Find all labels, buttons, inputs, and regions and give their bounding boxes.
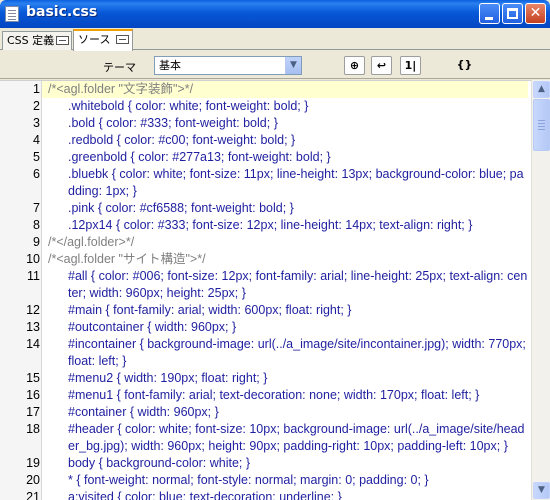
panel-icon <box>116 35 129 44</box>
wrap-button[interactable]: ↩ <box>371 56 392 75</box>
line-number: 10 <box>26 252 40 266</box>
maximize-icon <box>507 8 518 19</box>
code-line[interactable]: 5 .greenbold { color: #277a13; font-weigh… <box>33 149 528 166</box>
line-number: 6 <box>33 167 40 181</box>
code-line[interactable]: 16 #menu1 { font-family: arial; text-deco… <box>26 387 528 404</box>
code-text[interactable]: /*<agl.folder "サイト構造">*/ <box>48 251 528 268</box>
scroll-up-button[interactable]: ▲ <box>533 81 550 98</box>
line-number: 20 <box>26 473 40 487</box>
minimize-button[interactable] <box>479 3 500 24</box>
code-text[interactable]: #menu1 { font-family: arial; text-decora… <box>48 387 528 404</box>
code-line[interactable]: 4 .redbold { color: #c00; font-weight: bo… <box>33 132 528 149</box>
code-text[interactable]: .redbold { color: #c00; font-weight: bol… <box>48 132 528 149</box>
code-text[interactable]: a:visited { color: blue; text-decoration… <box>48 489 528 500</box>
scroll-down-button[interactable]: ▼ <box>533 482 550 499</box>
code-text[interactable]: .whitebold { color: white; font-weight: … <box>48 98 528 115</box>
code-area[interactable]: 1 /*<agl.folder "文字装飾">*/ 2 .whitebold { co… <box>26 81 528 500</box>
theme-value: 基本 <box>159 59 181 72</box>
code-text[interactable]: #main { font-family: arial; width: 600px… <box>48 302 528 319</box>
chevron-down-icon[interactable]: ▼ <box>285 57 301 74</box>
code-line[interactable]: 13 #outcontainer { width: 960px; } <box>26 319 528 336</box>
line-number: 14 <box>26 337 40 351</box>
line-number: 15 <box>26 371 40 385</box>
code-line[interactable]: 15 #menu2 { width: 190px; float: right; } <box>26 370 528 387</box>
toolbar: テーマ 基本 ▼ ⊕ ↩ 1| {} <box>0 51 550 79</box>
code-line[interactable]: 7 .pink { color: #cf6588; font-weight: bo… <box>33 200 528 217</box>
line-number: 5 <box>33 150 40 164</box>
theme-select[interactable]: 基本 ▼ <box>154 56 302 75</box>
code-line[interactable]: 20 * { font-weight: normal; font-style: n… <box>26 472 528 489</box>
code-line[interactable]: 17 #container { width: 960px; } <box>26 404 528 421</box>
code-text[interactable]: /*</agl.folder>*/ <box>48 234 528 251</box>
title-bar: basic.css ✕ <box>0 0 550 28</box>
code-editor[interactable]: 1 /*<agl.folder "文字装飾">*/ 2 .whitebold { co… <box>0 80 531 500</box>
code-line[interactable]: 6 .bluebk { color: white; font-size: 11px… <box>33 166 528 200</box>
tab-label: CSS 定義 <box>7 34 55 47</box>
code-text[interactable]: * { font-weight: normal; font-style: nor… <box>48 472 528 489</box>
code-line[interactable]: 11 #all { color: #006; font-size: 12px; f… <box>27 268 528 302</box>
code-text[interactable]: #incontainer { background-image: url(../… <box>48 336 528 370</box>
code-text[interactable]: .bluebk { color: white; font-size: 11px;… <box>48 166 528 200</box>
minimize-icon <box>485 17 493 20</box>
color-button[interactable]: ⊕ <box>344 56 365 75</box>
line-number: 13 <box>26 320 40 334</box>
code-text[interactable]: #header { color: white; font-size: 10px;… <box>48 421 528 455</box>
window-title: basic.css <box>26 4 98 20</box>
code-line[interactable]: 18 #header { color: white; font-size: 10p… <box>26 421 528 455</box>
tab-label: ソース <box>78 33 111 46</box>
code-text[interactable]: /*<agl.folder "文字装飾">*/ <box>48 81 528 98</box>
code-line[interactable]: 14 #incontainer { background-image: url(.… <box>26 336 528 370</box>
line-number: 7 <box>33 201 40 215</box>
code-text[interactable]: .12px14 { color: #333; font-size: 12px; … <box>48 217 528 234</box>
line-number: 11 <box>27 269 40 283</box>
line-number: 12 <box>26 303 40 317</box>
line-number: 1 <box>33 82 40 96</box>
tab-bar: CSS 定義 ソース <box>0 28 550 51</box>
line-number: 21 <box>26 490 40 500</box>
line-number: 17 <box>26 405 40 419</box>
vertical-scrollbar[interactable]: ▲ ▼ <box>531 80 550 500</box>
close-icon: ✕ <box>529 5 542 21</box>
code-line[interactable]: 2 .whitebold { color: white; font-weight:… <box>33 98 528 115</box>
line-number: 2 <box>33 99 40 113</box>
code-line[interactable]: 8 .12px14 { color: #333; font-size: 12px;… <box>33 217 528 234</box>
panel-icon <box>56 36 69 45</box>
code-text[interactable]: .greenbold { color: #277a13; font-weight… <box>48 149 528 166</box>
tab-css-definition[interactable]: CSS 定義 <box>2 31 72 50</box>
scroll-thumb[interactable] <box>533 99 550 151</box>
code-line[interactable]: 10 /*<agl.folder "サイト構造">*/ <box>26 251 528 268</box>
line-number: 16 <box>26 388 40 402</box>
code-line[interactable]: 1 /*<agl.folder "文字装飾">*/ <box>33 81 528 98</box>
code-text[interactable]: body { background-color: white; } <box>48 455 528 472</box>
code-text[interactable]: .bold { color: #333; font-weight: bold; … <box>48 115 528 132</box>
line-number: 3 <box>33 116 40 130</box>
code-line[interactable]: 9 /*</agl.folder>*/ <box>33 234 528 251</box>
braces-button[interactable]: {} <box>454 56 475 75</box>
tab-source[interactable]: ソース <box>73 29 133 51</box>
line-number-button[interactable]: 1| <box>400 56 421 75</box>
code-line[interactable]: 19 body { background-color: white; } <box>26 455 528 472</box>
theme-label: テーマ <box>103 61 136 74</box>
code-text[interactable]: #outcontainer { width: 960px; } <box>48 319 528 336</box>
code-text[interactable]: .pink { color: #cf6588; font-weight: bol… <box>48 200 528 217</box>
line-number: 8 <box>33 218 40 232</box>
line-number: 9 <box>33 235 40 249</box>
code-text[interactable]: #container { width: 960px; } <box>48 404 528 421</box>
document-icon[interactable] <box>5 6 19 22</box>
code-text[interactable]: #all { color: #006; font-size: 12px; fon… <box>48 268 528 302</box>
line-number: 18 <box>26 422 40 436</box>
code-line[interactable]: 21 a:visited { color: blue; text-decorati… <box>26 489 528 500</box>
maximize-button[interactable] <box>502 3 523 24</box>
line-number: 4 <box>33 133 40 147</box>
code-text[interactable]: #menu2 { width: 190px; float: right; } <box>48 370 528 387</box>
line-number: 19 <box>26 456 40 470</box>
code-line[interactable]: 12 #main { font-family: arial; width: 600… <box>26 302 528 319</box>
close-button[interactable]: ✕ <box>525 3 546 24</box>
code-line[interactable]: 3 .bold { color: #333; font-weight: bold;… <box>33 115 528 132</box>
